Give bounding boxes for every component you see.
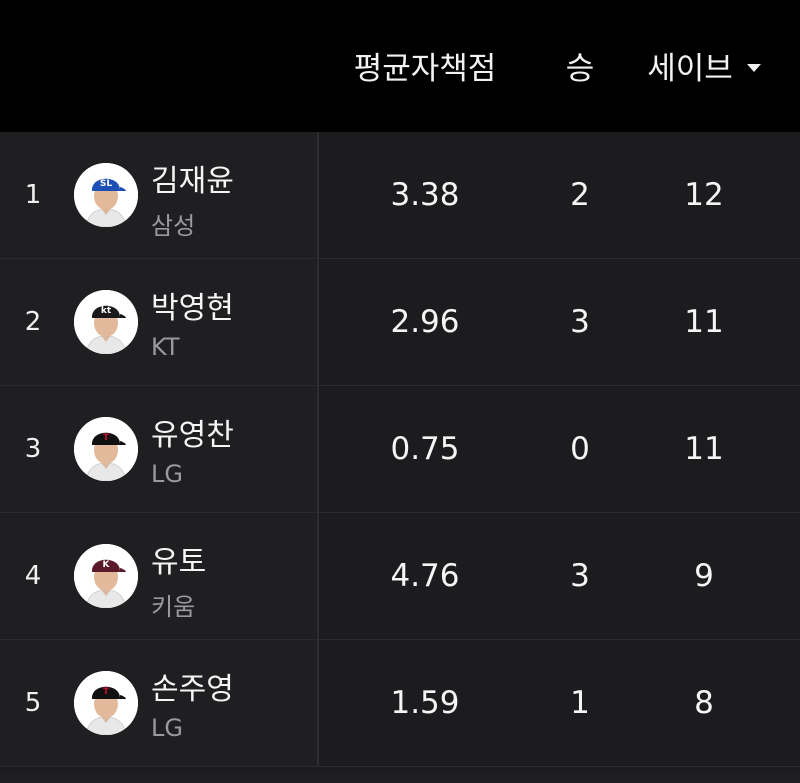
rank-number: 2 [24, 307, 42, 337]
player-name: 유토 [151, 545, 207, 580]
player-photo-icon: K [74, 544, 138, 608]
player-team: LG [151, 714, 183, 742]
player-team: KT [151, 333, 180, 361]
wins-value: 2 [570, 177, 590, 213]
svg-text:T: T [103, 687, 110, 697]
column-header-saves-label: 세이브 [647, 51, 733, 87]
column-header-era[interactable]: 평균자책점 [330, 0, 520, 138]
svg-text:SL: SL [100, 179, 112, 189]
table-row[interactable]: 1 SL 김재윤 삼성 3.38 2 12 [0, 132, 800, 259]
wins-value: 0 [570, 431, 590, 467]
player-photo-icon: T [74, 671, 138, 735]
rank-number: 5 [24, 688, 42, 718]
svg-text:T: T [103, 433, 110, 443]
player-avatar: T [74, 671, 138, 735]
saves-value: 8 [694, 685, 714, 721]
player-avatar: SL [74, 163, 138, 227]
svg-text:K: K [103, 560, 111, 570]
era-value: 0.75 [390, 431, 460, 467]
player-name: 손주영 [151, 672, 234, 707]
rank-number: 1 [24, 180, 42, 210]
player-cell[interactable]: 3 T 유영찬 LG [0, 386, 319, 512]
ranking-table: 1 SL 김재윤 삼성 3.38 2 12 2 kt 박영현 KT 2.96 3… [0, 132, 800, 767]
player-cell[interactable]: 5 T 손주영 LG [0, 640, 319, 766]
player-photo-icon: SL [74, 163, 138, 227]
player-name: 박영현 [151, 291, 234, 326]
player-avatar: K [74, 544, 138, 608]
rank-number: 3 [24, 434, 42, 464]
saves-value: 9 [694, 558, 714, 594]
column-header-wins[interactable]: 승 [548, 0, 612, 138]
player-avatar: kt [74, 290, 138, 354]
table-row[interactable]: 5 T 손주영 LG 1.59 1 8 [0, 640, 800, 767]
table-header: 평균자책점 승 세이브 [0, 0, 800, 132]
player-name: 유영찬 [151, 418, 234, 453]
era-value: 3.38 [390, 177, 460, 213]
svg-text:kt: kt [101, 306, 112, 316]
player-cell[interactable]: 2 kt 박영현 KT [0, 259, 319, 385]
wins-value: 3 [570, 304, 590, 340]
saves-value: 11 [684, 304, 724, 340]
player-team: LG [151, 460, 183, 488]
player-name: 김재윤 [151, 164, 234, 199]
player-photo-icon: kt [74, 290, 138, 354]
era-value: 4.76 [390, 558, 460, 594]
saves-value: 11 [684, 431, 724, 467]
column-header-saves[interactable]: 세이브 [624, 0, 784, 138]
player-team: 키움 [151, 593, 196, 621]
player-cell[interactable]: 4 K 유토 키움 [0, 513, 319, 639]
wins-value: 1 [570, 685, 590, 721]
rank-number: 4 [24, 561, 42, 591]
table-row[interactable]: 2 kt 박영현 KT 2.96 3 11 [0, 259, 800, 386]
sort-dropdown-icon[interactable] [746, 63, 761, 72]
player-team: 삼성 [151, 212, 196, 240]
table-row[interactable]: 3 T 유영찬 LG 0.75 0 11 [0, 386, 800, 513]
wins-value: 3 [570, 558, 590, 594]
era-value: 1.59 [390, 685, 460, 721]
player-photo-icon: T [74, 417, 138, 481]
era-value: 2.96 [390, 304, 460, 340]
player-avatar: T [74, 417, 138, 481]
saves-value: 12 [684, 177, 724, 213]
player-cell[interactable]: 1 SL 김재윤 삼성 [0, 132, 319, 258]
table-row[interactable]: 4 K 유토 키움 4.76 3 9 [0, 513, 800, 640]
table-bottom-edge [0, 772, 800, 783]
